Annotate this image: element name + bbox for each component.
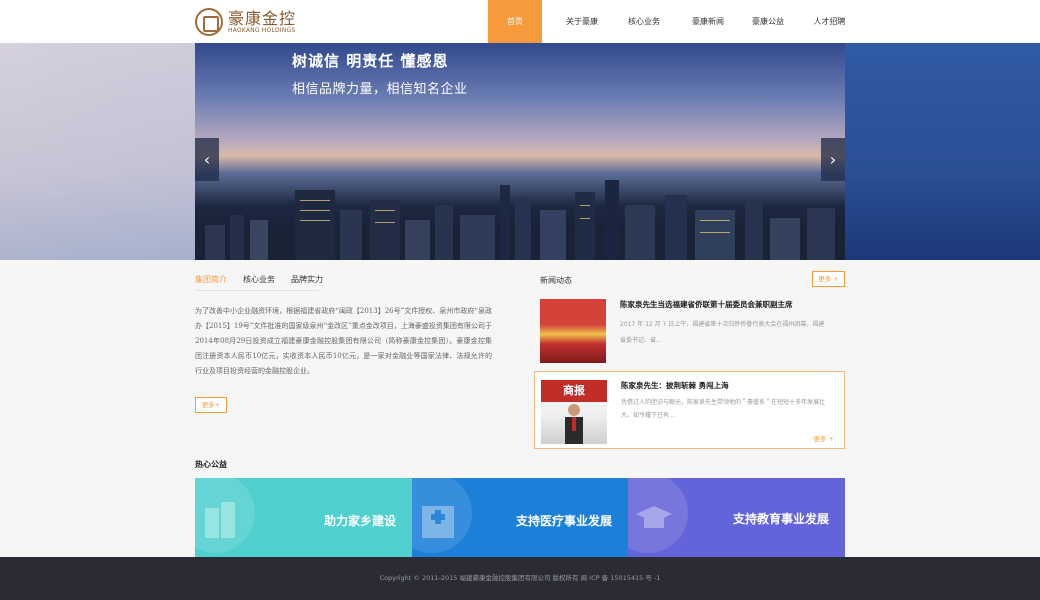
logo-en: HAOKANG HOLDINGS	[228, 27, 296, 34]
news-item[interactable]: 商报 陈家泉先生：披荆斩棘 勇闯上海 凭借过人的胆识与眼光，陈家泉先生带领他的＂…	[534, 371, 845, 449]
footer: Copyright © 2011-2015 福建豪康金融控股集团有限公司 版权所…	[0, 557, 1040, 600]
logo-text: 豪康金控 HAOKANG HOLDINGS	[228, 10, 296, 34]
news-section-title: 新闻动态	[540, 276, 572, 285]
logo[interactable]: 豪康金控 HAOKANG HOLDINGS	[195, 8, 296, 36]
tab-core-business[interactable]: 核心业务	[243, 274, 275, 291]
hero-next-arrow[interactable]: ›	[821, 138, 845, 181]
tab-group-intro[interactable]: 集团简介	[195, 274, 227, 291]
news-headline[interactable]: 陈家泉先生当选福建省侨联第十届委员会兼职副主席	[620, 299, 793, 310]
nav-item-about[interactable]: 关于豪康	[542, 0, 622, 43]
intro-more-button[interactable]: 更多+	[195, 397, 227, 413]
logo-cn: 豪康金控	[228, 9, 297, 28]
city-skyline-image	[195, 180, 845, 260]
news-item-more-link[interactable]: 更多 +	[813, 433, 834, 443]
news-item[interactable]: 陈家泉先生当选福建省侨联第十届委员会兼职副主席 2017 年 12 月 7 日上…	[534, 291, 845, 369]
news-summary: 凭借过人的胆识与眼光，陈家泉先生带领他的＂豪盛系＂在短短十多年发展壮大。如今耀下…	[621, 399, 826, 419]
copyright-text: Copyright © 2011-2015 福建豪康金融控股集团有限公司 版权所…	[379, 574, 661, 582]
charity-label: 助力家乡建设	[323, 514, 396, 528]
charity-label: 支持医疗事业发展	[515, 514, 612, 528]
intro-tabs: 集团简介 核心业务 品牌实力	[195, 274, 323, 291]
charity-section-title: 热心公益	[195, 460, 227, 469]
hospital-icon	[422, 506, 454, 538]
hero-subtitle: 相信品牌力量，相信知名企业	[292, 82, 468, 97]
nav-item-charity[interactable]: 豪康公益	[750, 0, 786, 43]
nav-item-business[interactable]: 核心业务	[622, 0, 666, 43]
header: 豪康金控 HAOKANG HOLDINGS 首页 关于豪康 核心业务 豪康新闻 …	[0, 0, 1040, 43]
news-headline[interactable]: 陈家泉先生：披荆斩棘 勇闯上海	[621, 380, 729, 391]
news-more-button[interactable]: 更多 +	[812, 271, 845, 287]
main-nav: 首页 关于豪康 核心业务 豪康新闻 豪康公益 人才招聘	[488, 0, 873, 43]
hero-title: 树诚信 明责任 懂感恩	[292, 52, 449, 70]
news-summary: 2017 年 12 月 7 日上午，福建省第十次归侨侨眷代表大会在福州闭幕。福建…	[620, 321, 825, 344]
hero-blur-right	[845, 43, 1040, 260]
charity-card-hometown[interactable]: 助力家乡建设	[195, 478, 412, 557]
graduation-cap-icon	[636, 506, 672, 528]
thumb-banner-text: 商报	[541, 380, 607, 402]
logo-icon	[195, 8, 223, 36]
news-thumbnail: 商报	[541, 380, 607, 444]
person-photo-icon	[565, 404, 583, 444]
nav-item-news[interactable]: 豪康新闻	[666, 0, 750, 43]
nav-item-careers[interactable]: 人才招聘	[786, 0, 873, 43]
news-thumbnail	[540, 299, 606, 363]
hero-blur-left	[0, 43, 195, 260]
nav-item-home[interactable]: 首页	[488, 0, 542, 43]
charity-card-medical[interactable]: 支持医疗事业发展	[412, 478, 628, 557]
hero-banner: ‹ ›	[0, 43, 1040, 260]
charity-card-education[interactable]: 支持教育事业发展	[628, 478, 845, 557]
building-icon	[205, 502, 235, 538]
hero-image	[195, 43, 845, 260]
tab-brand-strength[interactable]: 品牌实力	[291, 274, 323, 291]
intro-text: 为了改善中小企业融资环境，根据福建省政府“闽政【2013】26号”文件授权、泉州…	[195, 307, 492, 375]
charity-label: 支持教育事业发展	[732, 512, 829, 526]
tab-divider	[195, 290, 319, 291]
hero-prev-arrow[interactable]: ‹	[195, 138, 219, 181]
